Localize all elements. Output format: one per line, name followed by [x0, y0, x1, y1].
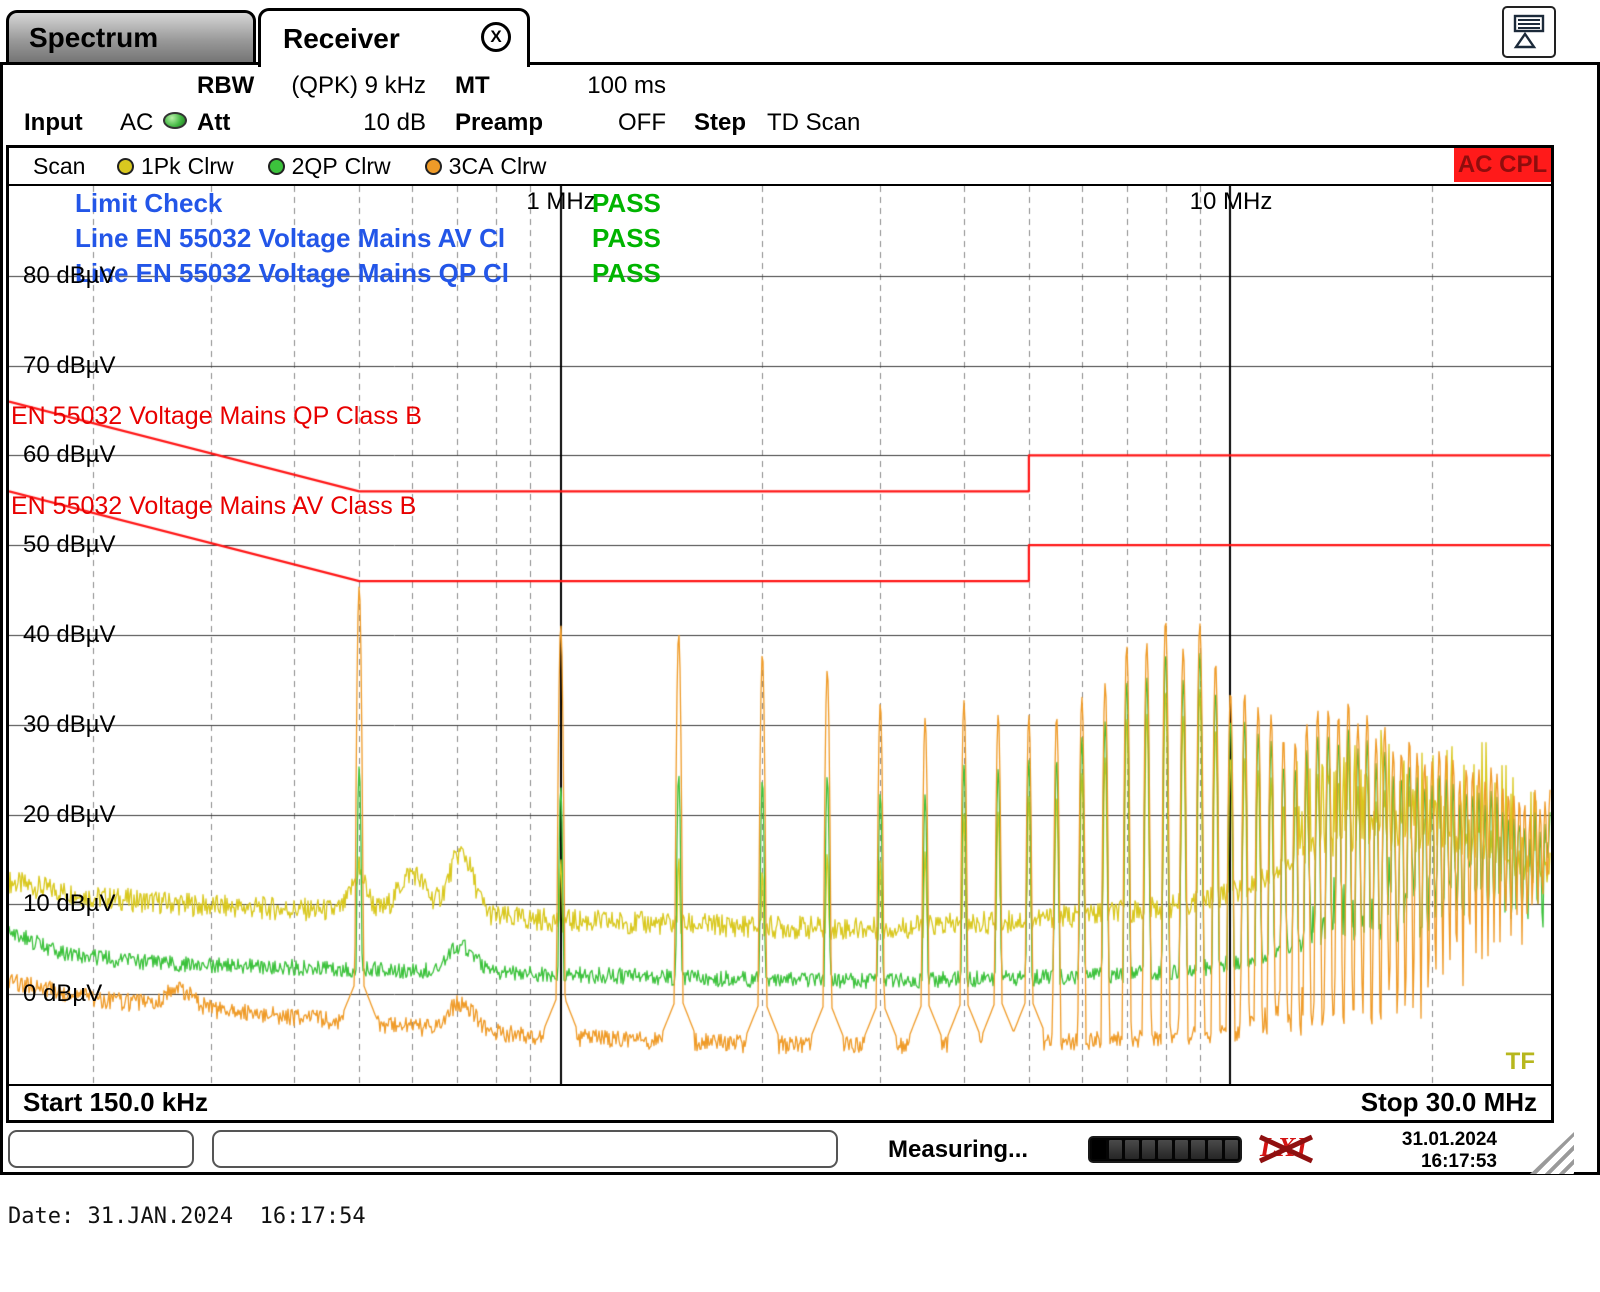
input-value[interactable]: AC	[120, 109, 153, 137]
trace-2qp-color-dot	[267, 157, 285, 175]
start-frequency-label: Start 150.0 kHz	[23, 1086, 208, 1117]
y-axis-tick-label: 10 dBµV	[23, 890, 116, 918]
y-axis-tick-label: 70 dBµV	[23, 351, 116, 379]
measurement-progress-bar	[1088, 1136, 1242, 1163]
status-field-2[interactable]	[212, 1130, 838, 1168]
limit-line-av-name: EN 55032 Voltage Mains AV Class B	[11, 492, 417, 520]
progress-segment	[1158, 1140, 1172, 1159]
scan-label: Scan	[33, 153, 86, 179]
trace-3ca-button[interactable]: 3CA Clrw	[424, 152, 547, 180]
scan-bar: Scan 1Pk Clrw 2QP Clrw 3CA Clrw AC CPL	[9, 148, 1551, 186]
progress-segment	[1191, 1140, 1205, 1159]
y-axis-tick-label: 0 dBµV	[23, 980, 103, 1008]
spectrum-plot[interactable]: Limit Check 1 MHz PASS 10 MHz Line EN 55…	[9, 186, 1551, 1084]
hardcopy-date-line: Date: 31.JAN.2024 16:17:54	[8, 1204, 366, 1229]
coupling-indicator: AC CPL	[1454, 148, 1551, 182]
tab-receiver[interactable]: Receiver X	[258, 8, 530, 67]
spectrum-canvas[interactable]	[9, 186, 1551, 1084]
limit-check-status: PASS	[592, 188, 661, 218]
step-value[interactable]: TD Scan	[767, 109, 860, 137]
mt-value[interactable]: 100 ms	[520, 72, 666, 100]
x-axis-bar: Start 150.0 kHz Stop 30.0 MHz	[9, 1084, 1551, 1118]
stop-frequency-label: Stop 30.0 MHz	[1360, 1086, 1537, 1117]
input-ac-led-indicator	[163, 112, 187, 129]
trace-2qp-id: 2QP	[291, 152, 338, 179]
rbw-value[interactable]: (QPK) 9 kHz	[240, 72, 426, 100]
tab-spectrum[interactable]: Spectrum	[6, 10, 256, 62]
limit-row-qp-status: PASS	[592, 258, 661, 288]
y-axis-tick-label: 80 dBµV	[23, 261, 116, 289]
y-axis-tick-label: 20 dBµV	[23, 800, 116, 828]
y-axis-tick-label: 60 dBµV	[23, 441, 116, 469]
tab-spectrum-label: Spectrum	[29, 21, 159, 53]
input-label: Input	[24, 109, 83, 136]
progress-segment	[1224, 1140, 1239, 1159]
lxi-status-icon: LXI	[1256, 1132, 1316, 1164]
trace-2qp-button[interactable]: 2QP Clrw	[267, 152, 391, 180]
lxi-error-cross-icon	[1258, 1134, 1314, 1164]
trace-3ca-mode: Clrw	[500, 152, 547, 179]
limit-row-av-status: PASS	[592, 223, 661, 253]
status-date: 31.01.2024	[1401, 1129, 1497, 1150]
trace-1pk-mode: Clrw	[187, 152, 234, 179]
trace-2qp-mode: Clrw	[344, 152, 391, 179]
status-time: 16:17:53	[1420, 1151, 1497, 1172]
mt-label: MT	[455, 72, 490, 99]
trace-1pk-color-dot	[117, 157, 134, 175]
progress-segment	[1174, 1140, 1189, 1159]
limit-line-qp-name: EN 55032 Voltage Mains QP Class B	[11, 402, 422, 430]
close-icon-glyph: X	[490, 27, 502, 46]
screenshot-button[interactable]	[1502, 6, 1556, 58]
att-value[interactable]: 10 dB	[240, 109, 426, 137]
y-axis-tick-label: 40 dBµV	[23, 621, 116, 648]
status-field-1[interactable]	[8, 1130, 194, 1168]
limit-row-qp-label: Line EN 55032 Voltage Mains QP Cl	[75, 258, 509, 288]
trace-3ca-id: 3CA	[448, 152, 494, 179]
step-label: Step	[694, 109, 747, 136]
tab-receiver-label: Receiver	[283, 23, 400, 54]
trace-1pk-button[interactable]: 1Pk Clrw	[117, 153, 234, 180]
progress-segment	[1125, 1140, 1139, 1159]
limit-row-av-label: Line EN 55032 Voltage Mains AV Cl	[75, 223, 506, 253]
trace-legend: 1Pk Clrw 2QP Clrw 3CA Clrw	[117, 148, 546, 184]
measurement-frame: Scan 1Pk Clrw 2QP Clrw 3CA Clrw AC CPL L…	[6, 145, 1554, 1123]
instrument-screen: Spectrum Receiver X RBW (QPK) 9 kHz MT 1…	[0, 0, 1600, 1178]
progress-segment	[1108, 1140, 1123, 1159]
preamp-value[interactable]: OFF	[520, 109, 666, 137]
close-icon[interactable]: X	[481, 22, 511, 52]
trace-1pk-id: 1Pk	[141, 152, 181, 179]
limit-check-title: Limit Check	[75, 188, 223, 218]
transducer-indicator: TF	[1505, 1048, 1535, 1075]
datetime-display: 31.01.2024 16:17:53	[1402, 1129, 1497, 1173]
x-marker-10mhz: 10 MHz	[1189, 188, 1273, 215]
att-label: Att	[197, 109, 231, 136]
trace-3ca-color-dot	[424, 157, 442, 175]
display-triangle-icon	[1513, 14, 1545, 49]
progress-segment	[1141, 1140, 1156, 1159]
progress-segment	[1207, 1140, 1222, 1159]
progress-segment	[1092, 1140, 1106, 1159]
measuring-status-label: Measuring...	[888, 1136, 1029, 1163]
y-axis-tick-label: 30 dBµV	[23, 710, 116, 738]
y-axis-tick-label: 50 dBµV	[23, 531, 116, 559]
